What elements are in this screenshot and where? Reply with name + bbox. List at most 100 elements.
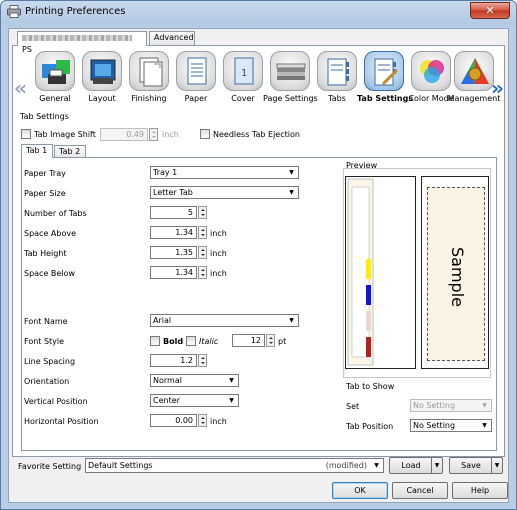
vertical-position-select[interactable]: Center ▼ [150, 394, 239, 407]
horizontal-position-input[interactable]: 0.00 [150, 414, 197, 427]
orientation-select[interactable]: Normal ▼ [150, 374, 239, 387]
line-spacing-input[interactable]: 1.2 [150, 354, 197, 367]
favorite-setting-value: Default Settings [88, 461, 153, 470]
horizontal-position-stepper[interactable] [198, 414, 207, 427]
strip-item-cover[interactable]: 1 Cover [216, 51, 270, 103]
space-above-input[interactable]: 1.34 [150, 226, 197, 239]
tab-position-select[interactable]: No Setting ▼ [410, 419, 492, 432]
tab-height-label: Tab Height [24, 249, 67, 258]
tab-ps-label: PS [22, 45, 32, 54]
strip-item-tab-settings[interactable]: Tab Settings [357, 51, 413, 103]
needless-tab-ejection-checkbox[interactable] [200, 129, 210, 139]
line-spacing-stepper[interactable] [198, 354, 207, 367]
set-select[interactable]: No Setting ▼ [410, 399, 492, 412]
tabs-icon [317, 51, 357, 91]
italic-label: Italic [199, 337, 219, 346]
favorite-setting-select[interactable]: Default Settings (modified) ▼ [85, 458, 384, 473]
space-below-input[interactable]: 1.34 [150, 266, 197, 279]
tab-swatch-4 [366, 337, 371, 357]
tab-image-shift-stepper[interactable] [149, 128, 158, 141]
dialog-body: PS Advanced « » General Layout Finishing… [8, 28, 509, 503]
font-name-select[interactable]: Arial ▼ [150, 314, 299, 327]
number-of-tabs-label: Number of Tabs [24, 209, 87, 218]
save-button-label: Save [461, 461, 481, 470]
chevron-down-icon[interactable]: ▼ [431, 458, 442, 473]
tab-swatch-3 [366, 311, 371, 331]
paper-size-select[interactable]: Letter Tab ▼ [150, 186, 299, 199]
strip-item-tabs[interactable]: Tabs [310, 51, 364, 103]
font-size-stepper[interactable] [266, 334, 275, 347]
italic-checkbox[interactable] [186, 336, 196, 346]
font-size-input[interactable]: 12 [232, 334, 265, 347]
tab-height-stepper[interactable] [198, 246, 207, 259]
sample-preview: Sample [421, 176, 489, 369]
tab-image-shift-label: Tab Image Shift [34, 130, 96, 139]
load-button[interactable]: Load ▼ [389, 457, 443, 474]
svg-text:1: 1 [241, 68, 247, 79]
sample-text: Sample [448, 247, 467, 307]
close-button[interactable]: ✕ [470, 2, 510, 19]
number-of-tabs-stepper[interactable] [198, 206, 207, 219]
strip-label-management: Management [447, 94, 501, 103]
space-below-stepper[interactable] [198, 266, 207, 279]
strip-label-tabs: Tabs [328, 94, 346, 103]
help-button[interactable]: Help [452, 482, 508, 499]
chevron-down-icon[interactable]: ▼ [491, 458, 502, 473]
set-value: No Setting [413, 401, 456, 410]
paper-icon [176, 51, 216, 91]
strip-label-finishing: Finishing [131, 94, 167, 103]
strip-prev-arrow-icon[interactable]: « [14, 76, 27, 100]
chevron-down-icon: ▼ [289, 189, 294, 196]
tab-ps[interactable]: PS [17, 31, 147, 54]
number-of-tabs-input[interactable]: 5 [150, 206, 197, 219]
tab-image-shift-checkbox[interactable] [21, 129, 31, 139]
strip-item-page-settings[interactable]: Page Settings [263, 51, 318, 103]
strip-label-layout: Layout [88, 94, 116, 103]
subtab-tab-1[interactable]: Tab 1 [21, 144, 53, 158]
chevron-down-icon: ▼ [482, 402, 487, 409]
tab-image-shift-input[interactable]: 0.49 [100, 128, 148, 141]
printer-icon [7, 5, 21, 18]
orientation-label: Orientation [24, 377, 70, 386]
strip-item-paper[interactable]: Paper [169, 51, 223, 103]
paper-size-value: Letter Tab [153, 188, 193, 197]
strip-item-layout[interactable]: Layout [75, 51, 129, 103]
cover-icon: 1 [223, 51, 263, 91]
tab-swatch-2 [366, 285, 371, 305]
space-above-stepper[interactable] [198, 226, 207, 239]
management-icon [454, 51, 494, 91]
font-name-label: Font Name [24, 317, 68, 326]
window-title: Printing Preferences [25, 6, 126, 17]
page-settings-icon [270, 51, 310, 91]
strip-label-general: General [39, 94, 71, 103]
tab-to-show-label: Tab to Show [346, 382, 395, 391]
tab-advanced-label: Advanced [154, 33, 194, 42]
space-below-unit: inch [210, 269, 227, 278]
favorite-setting-label: Favorite Setting [18, 462, 82, 471]
ok-button[interactable]: OK [332, 482, 388, 499]
vertical-position-value: Center [153, 396, 180, 405]
tab-height-input[interactable]: 1.35 [150, 246, 197, 259]
horizontal-position-label: Horizontal Position [24, 417, 99, 426]
bold-checkbox[interactable] [150, 336, 160, 346]
save-button[interactable]: Save ▼ [449, 457, 503, 474]
set-label: Set [346, 402, 360, 411]
load-button-label: Load [401, 461, 421, 470]
strip-label-cover: Cover [231, 94, 255, 103]
chevron-down-icon: ▼ [229, 377, 234, 384]
strip-item-general[interactable]: General [28, 51, 82, 103]
chevron-down-icon: ▼ [289, 169, 294, 176]
obscured-text [22, 34, 132, 41]
paper-tray-select[interactable]: Tray 1 ▼ [150, 166, 299, 179]
tab-advanced[interactable]: Advanced [149, 31, 195, 45]
chevron-down-icon: ▼ [482, 422, 487, 429]
paper-tray-label: Paper Tray [24, 169, 66, 178]
cancel-button[interactable]: Cancel [392, 482, 448, 499]
space-above-unit: inch [210, 229, 227, 238]
strip-item-finishing[interactable]: Finishing [122, 51, 176, 103]
strip-item-management[interactable]: Management [447, 51, 501, 103]
finishing-icon [129, 51, 169, 91]
orientation-value: Normal [153, 376, 182, 385]
tab-sheet-preview [345, 176, 416, 369]
font-name-value: Arial [153, 316, 172, 325]
